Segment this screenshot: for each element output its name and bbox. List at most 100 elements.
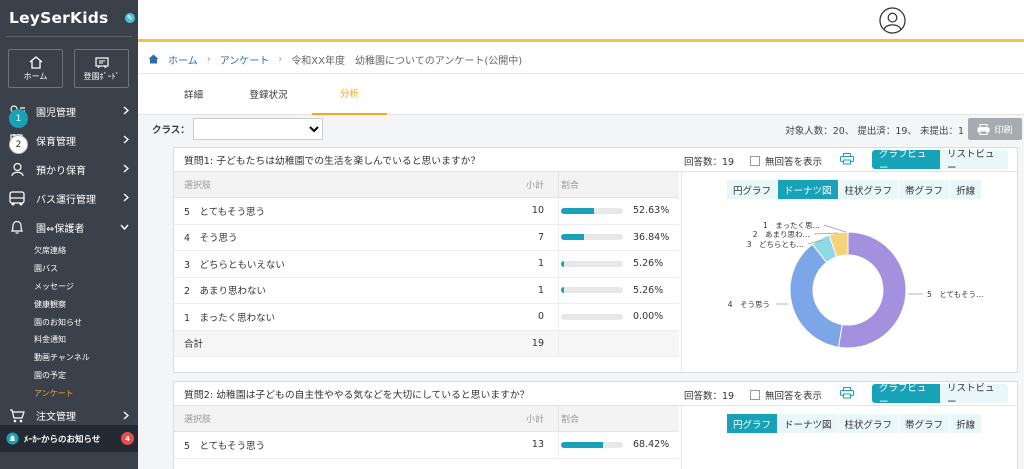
print-label: 印刷: [994, 125, 1013, 136]
show-no-answer-checkbox[interactable]: 無回答を表示: [750, 154, 822, 168]
chart-tab-line[interactable]: 折線: [950, 414, 982, 433]
breadcrumb-survey[interactable]: アンケート: [220, 52, 270, 67]
chart-tab-bar[interactable]: 柱状グラフ: [838, 414, 899, 433]
choice-label: 3 どちらともいえない: [184, 259, 285, 271]
question-card-1: 質問1: 子どもたちは幼稚園での生活を楽しんでいると思いますか？ 回答数：19 …: [173, 147, 1018, 373]
table-row: 5 とてもそう思う 13 68.42%: [174, 432, 679, 459]
choice-count: 0: [499, 304, 559, 330]
tab-registration[interactable]: 登録状況: [237, 74, 300, 115]
show-no-answer-checkbox[interactable]: 無回答を表示: [750, 388, 822, 402]
sidebar-item-label: 園児管理: [36, 108, 76, 119]
submenu-message[interactable]: メッセージ: [0, 278, 138, 296]
sidebar: LeySerKids ✎ ホーム 登園ﾎﾞｰﾄﾞ 園児管理 保育管理 預かり保育…: [0, 0, 138, 469]
chevron-right-icon: [123, 164, 130, 176]
chart-tab-pie[interactable]: 円グラフ: [727, 180, 778, 199]
pin-icon[interactable]: ✎: [125, 13, 135, 23]
donut-label: 3 どちらとも…: [747, 240, 804, 249]
submenu-survey[interactable]: アンケート: [0, 384, 138, 402]
home-button[interactable]: ホーム: [8, 49, 63, 88]
list-view-button[interactable]: リストビュー: [940, 383, 1008, 408]
total-count: 19: [499, 330, 559, 356]
chevron-right-icon: [123, 411, 130, 423]
cart-icon: [8, 408, 26, 424]
submenu-schedule[interactable]: 園の予定: [0, 367, 138, 385]
breadcrumb-current: 令和XX年度 幼稚園についてのアンケート(公開中): [291, 55, 523, 67]
tab-analysis[interactable]: 分析: [312, 74, 387, 115]
donut-slice-4[interactable]: [789, 243, 843, 348]
col-choice: 選択肢: [184, 415, 212, 425]
result-table: 選択肢 小計 割合 5 とてもそう思う 10 52.63% 4 そう思う 7 36.84%…: [174, 172, 679, 357]
question-nav: 1 2: [9, 109, 29, 161]
tab-bar: 詳細 登録状況 分析: [138, 74, 1024, 115]
sidebar-item-label: 保育管理: [36, 137, 76, 148]
top-header: [138, 0, 1024, 42]
donut-label: 1 まったく思…: [763, 221, 820, 230]
table-header: 選択肢 小計 割合: [174, 406, 679, 432]
submenu-absence[interactable]: 欠席連絡: [0, 242, 138, 260]
chart-tab-donut[interactable]: ドーナツ図: [778, 414, 838, 433]
list-view-button[interactable]: リストビュー: [940, 149, 1008, 174]
ratio-bar-fill: [561, 207, 594, 214]
chart-tab-band[interactable]: 帯グラフ: [899, 414, 950, 433]
table-row: 3 どちらともいえない 1 5.26%: [174, 251, 679, 278]
chevron-right-icon: [123, 135, 130, 147]
class-select[interactable]: [192, 118, 323, 140]
print-button[interactable]: 印刷: [968, 118, 1022, 140]
chevron-right-icon: ›: [206, 53, 211, 65]
submenu-fee[interactable]: 料金通知: [0, 331, 138, 349]
question-card-2: 質問2: 幼稚園は子どもの自主性ややる気などを大切にしていると思いますか？ 回答…: [173, 381, 1018, 469]
table-row: 5 とてもそう思う 10 52.63%: [174, 198, 679, 225]
submenu-health[interactable]: 健康観察: [0, 295, 138, 313]
ratio-percent: 5.26%: [633, 284, 664, 296]
chart-tab-pie[interactable]: 円グラフ: [727, 414, 778, 433]
graph-view-button[interactable]: グラフビュー: [872, 149, 940, 174]
ratio-bar: [561, 234, 623, 241]
sidebar-item-bus[interactable]: バス運行管理: [0, 184, 138, 213]
board-button[interactable]: 登園ﾎﾞｰﾄﾞ: [74, 49, 129, 88]
chevron-down-icon: [120, 222, 129, 233]
ratio-percent: 68.42%: [633, 439, 670, 451]
tab-detail[interactable]: 詳細: [162, 74, 225, 115]
ratio-bar: [561, 441, 623, 448]
choice-ratio: 68.42%: [559, 439, 669, 450]
question-nav-1[interactable]: 1: [9, 109, 28, 128]
printer-icon[interactable]: [840, 153, 854, 165]
submenu-bus[interactable]: 園バス: [0, 260, 138, 278]
chart-type-tabs: 円グラフ ドーナツ図 柱状グラフ 帯グラフ 折線: [727, 180, 1017, 199]
choice-count: 7: [499, 224, 559, 250]
sidebar-item-parents[interactable]: 園⇔保護者: [0, 213, 138, 242]
maker-notice[interactable]: ﾒｰｶｰからのお知らせ 4: [0, 425, 138, 452]
answer-count: 回答数：19: [684, 391, 735, 402]
choice-ratio: 5.26%: [559, 285, 663, 296]
choice-label: 1 まったく思わない: [184, 312, 276, 324]
brand-logo[interactable]: LeySerKids ✎: [0, 0, 138, 36]
home-label: ホーム: [23, 71, 48, 81]
graph-view-button[interactable]: グラフビュー: [872, 383, 940, 408]
breadcrumb-home[interactable]: ホーム: [168, 52, 198, 67]
daycare-icon: [8, 162, 26, 178]
checkbox-icon: [750, 156, 760, 166]
choice-label: 2 あまり思わない: [184, 286, 267, 298]
submenu-news[interactable]: 園のお知らせ: [0, 313, 138, 331]
choice-ratio: 36.84%: [559, 232, 669, 243]
chart-panel: 円グラフ ドーナツ図 柱状グラフ 帯グラフ 折線: [681, 406, 1017, 469]
choice-count: 1: [499, 277, 559, 303]
chart-tab-line[interactable]: 折線: [950, 180, 982, 199]
chart-tab-donut[interactable]: ドーナツ図: [778, 180, 838, 199]
printer-icon[interactable]: [840, 387, 854, 399]
donut-label: 2 あまり思わ…: [753, 230, 810, 239]
table-header: 選択肢 小計 割合: [174, 172, 679, 198]
table-total-row: 合計 19: [174, 330, 679, 357]
question-nav-2[interactable]: 2: [9, 135, 28, 154]
chart-tab-bar[interactable]: 柱状グラフ: [838, 180, 899, 199]
brand-name: LeySerKids: [9, 9, 109, 27]
donut-slice-5[interactable]: [837, 231, 907, 349]
printer-icon: [977, 123, 990, 135]
ratio-bar-fill: [561, 441, 604, 448]
question-title: 質問1: 子どもたちは幼稚園での生活を楽しんでいると思いますか？: [184, 155, 481, 167]
submenu-video[interactable]: 動画チャンネル: [0, 349, 138, 367]
class-label: クラス：: [152, 125, 190, 136]
ratio-bar: [561, 260, 623, 267]
user-avatar-icon[interactable]: [879, 7, 906, 34]
chart-tab-band[interactable]: 帯グラフ: [899, 180, 950, 199]
